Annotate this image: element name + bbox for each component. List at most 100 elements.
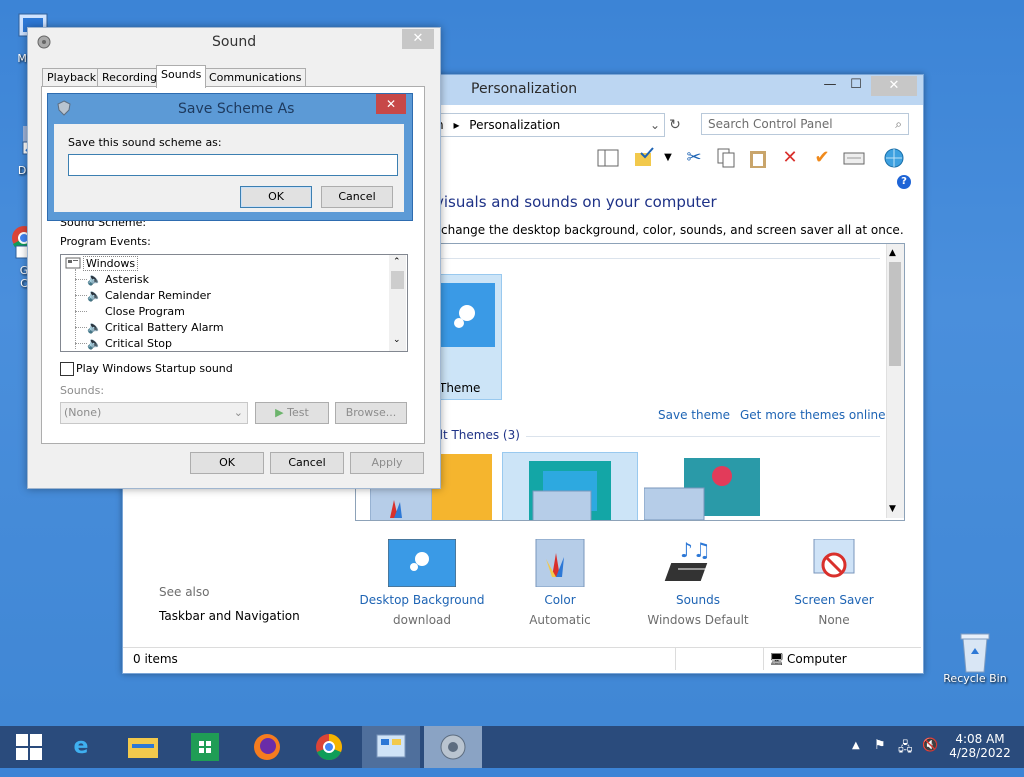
clock-date: 4/28/2022 xyxy=(949,746,1011,760)
address-separator: ▸ xyxy=(453,118,460,132)
refresh-icon[interactable]: ↻ xyxy=(665,115,685,135)
startup-sound-checkbox[interactable] xyxy=(60,362,74,376)
network-icon[interactable]: 🖧 xyxy=(898,738,913,760)
store-button[interactable] xyxy=(176,726,234,768)
theme-tile[interactable] xyxy=(643,458,762,520)
chevron-down-icon[interactable]: ⌄ xyxy=(650,114,660,136)
page-heading: visuals and sounds on your computer xyxy=(435,193,717,211)
sounds-item[interactable]: ♪♫ Sounds Windows Default xyxy=(633,538,763,627)
clock[interactable]: 4:08 AM 4/28/2022 xyxy=(948,732,1012,760)
ok-button[interactable]: OK xyxy=(190,452,264,474)
layout-icon[interactable] xyxy=(597,147,619,169)
cancel-button[interactable]: Cancel xyxy=(270,452,344,474)
desktop-icon-recycle-bin[interactable]: Recycle Bin xyxy=(938,630,1012,685)
search-icon[interactable]: ⌕ xyxy=(895,114,902,134)
shield-icon xyxy=(56,100,72,116)
checkmark-icon[interactable]: ✔ xyxy=(811,147,833,169)
control-panel-button[interactable] xyxy=(362,726,420,768)
scroll-up-icon[interactable]: ▲ xyxy=(889,248,896,258)
taskbar-navigation-link[interactable]: Taskbar and Navigation xyxy=(159,609,300,623)
close-button[interactable]: ✕ xyxy=(871,76,917,96)
dropdown-arrow-icon[interactable]: ▼ xyxy=(657,147,679,169)
sounds-select[interactable]: (None) ⌄ xyxy=(60,402,248,424)
scroll-down-icon[interactable]: ▼ xyxy=(889,504,896,514)
sound-button[interactable] xyxy=(424,726,482,768)
ok-button[interactable]: OK xyxy=(240,186,312,208)
test-button-label: Test xyxy=(287,406,309,419)
tab-communications[interactable]: Communications xyxy=(204,68,307,88)
tab-playback[interactable]: Playback xyxy=(42,68,102,88)
action-center-icon[interactable]: ⚑ xyxy=(874,738,886,753)
scroll-thumb[interactable] xyxy=(391,271,404,289)
cut-icon[interactable]: ✂ xyxy=(683,147,705,169)
dialog-title: Save Scheme As xyxy=(178,101,295,117)
computer-icon: 🖥 xyxy=(769,652,785,666)
start-button[interactable] xyxy=(0,726,58,768)
delete-icon[interactable]: ✕ xyxy=(779,147,801,169)
status-item-count: 0 items xyxy=(133,652,178,666)
get-more-themes-link[interactable]: Get more themes online xyxy=(740,408,886,422)
search-placeholder: Search Control Panel xyxy=(708,117,833,131)
list-item[interactable]: Critical Stop xyxy=(105,337,172,350)
list-item[interactable]: Calendar Reminder xyxy=(105,289,211,302)
screen-saver-item[interactable]: Screen Saver None xyxy=(769,538,899,627)
help-icon[interactable]: ? xyxy=(897,175,911,189)
scroll-thumb[interactable] xyxy=(889,262,901,366)
explorer-icon xyxy=(128,738,158,758)
folder-check-icon[interactable] xyxy=(633,147,655,169)
ie-button[interactable]: e xyxy=(52,726,110,768)
tree-line xyxy=(75,327,87,328)
paste-icon[interactable] xyxy=(747,147,769,169)
status-divider xyxy=(763,648,764,670)
chevron-down-icon: ⌄ xyxy=(233,406,243,419)
list-item[interactable]: Close Program xyxy=(105,305,185,318)
cancel-button[interactable]: Cancel xyxy=(321,186,393,208)
properties-icon[interactable] xyxy=(843,147,865,169)
scheme-name-input[interactable] xyxy=(68,154,398,176)
volume-muted-icon[interactable]: 🔇 xyxy=(922,738,938,753)
scroll-up-icon[interactable]: ⌃ xyxy=(393,257,401,267)
color-label[interactable]: Color xyxy=(495,593,625,607)
tab-sounds[interactable]: Sounds xyxy=(156,65,207,88)
scroll-down-icon[interactable]: ⌄ xyxy=(393,335,401,345)
show-hidden-icons-icon[interactable]: ▲ xyxy=(852,740,860,751)
save-theme-link[interactable]: Save theme xyxy=(658,408,730,422)
address-bar[interactable]: n ▸ Personalization ⌄ xyxy=(435,113,665,137)
apply-button[interactable]: Apply xyxy=(350,452,424,474)
chrome-button[interactable] xyxy=(300,726,358,768)
list-item[interactable]: Asterisk xyxy=(105,273,149,286)
explorer-button[interactable] xyxy=(114,726,172,768)
status-bar: 0 items 🖥 Computer xyxy=(123,647,921,672)
test-button[interactable]: ▶ Test xyxy=(255,402,329,424)
maximize-button[interactable]: ☐ xyxy=(843,76,869,96)
copy-icon[interactable] xyxy=(715,147,737,169)
scrollbar[interactable]: ⌃ ⌄ xyxy=(389,255,406,351)
sounds-label[interactable]: Sounds xyxy=(633,593,763,607)
color-palette-icon xyxy=(370,488,432,520)
globe-icon[interactable] xyxy=(883,147,905,169)
color-item[interactable]: Color Automatic xyxy=(495,538,625,627)
speaker-icon xyxy=(36,34,52,50)
svg-text:♪♫: ♪♫ xyxy=(680,539,711,562)
desktop-background-item[interactable]: Desktop Background download xyxy=(357,538,487,627)
tab-recording[interactable]: Recording xyxy=(97,68,163,88)
search-input[interactable]: Search Control Panel ⌕ xyxy=(701,113,909,135)
speaker-icon: 🔈 xyxy=(87,336,102,350)
desktop-background-label[interactable]: Desktop Background xyxy=(357,593,487,607)
theme-tile-selected[interactable] xyxy=(502,452,638,520)
close-button[interactable]: ✕ xyxy=(376,94,406,114)
browse-button[interactable]: Browse... xyxy=(335,402,407,424)
screen-saver-label[interactable]: Screen Saver xyxy=(769,593,899,607)
firefox-button[interactable] xyxy=(238,726,296,768)
close-button[interactable]: ✕ xyxy=(402,29,434,49)
list-item[interactable]: Windows xyxy=(83,256,139,271)
list-item[interactable]: Critical Battery Alarm xyxy=(105,321,224,334)
tree-line xyxy=(75,279,87,280)
program-events-list[interactable]: Windows 🔈 Asterisk 🔈 Calendar Reminder C… xyxy=(60,254,408,352)
tree-line xyxy=(75,343,87,344)
minimize-button[interactable]: — xyxy=(817,76,843,96)
save-scheme-body: Save this sound scheme as: OK Cancel xyxy=(54,124,404,212)
scrollbar[interactable]: ▲ ▼ xyxy=(886,244,904,518)
clock-time: 4:08 AM xyxy=(955,732,1005,746)
sound-scheme-label: Sound Scheme: xyxy=(60,221,147,229)
